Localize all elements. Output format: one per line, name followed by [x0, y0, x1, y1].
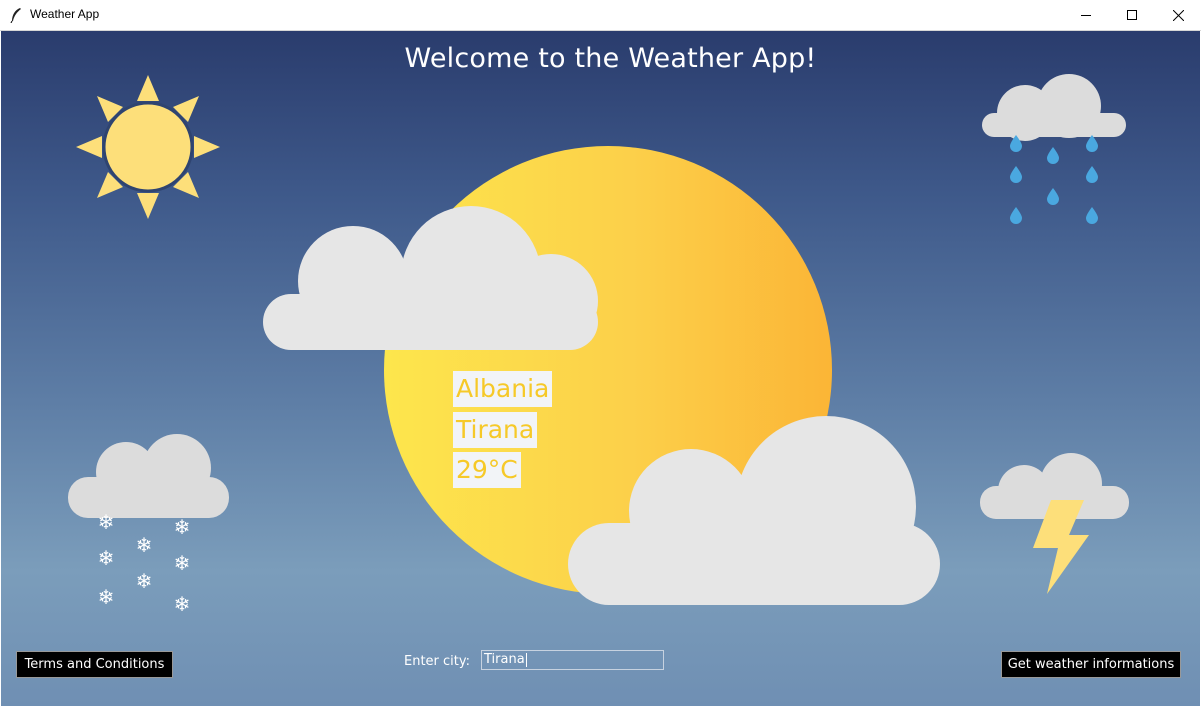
terms-and-conditions-button[interactable]: Terms and Conditions	[16, 651, 173, 678]
enter-city-label: Enter city:	[404, 654, 471, 669]
background-art: ❄ ❄ ❄ ❄ ❄ ❄ ❄ ❄	[68, 74, 1129, 616]
maximize-icon	[1127, 10, 1137, 20]
svg-text:❄: ❄	[174, 592, 191, 616]
svg-text:❄: ❄	[136, 533, 153, 557]
snow-cloud-icon: ❄ ❄ ❄ ❄ ❄ ❄ ❄ ❄	[68, 434, 229, 616]
get-weather-button[interactable]: Get weather informations	[1001, 651, 1181, 678]
country-label: Albania	[453, 371, 553, 407]
svg-text:❄: ❄	[98, 546, 115, 570]
page-title: Welcome to the Weather App!	[404, 43, 817, 74]
city-label: Tirana	[453, 412, 538, 448]
minimize-button[interactable]	[1063, 0, 1109, 30]
weather-canvas: ❄ ❄ ❄ ❄ ❄ ❄ ❄ ❄ Welcome to the Weather A…	[1, 31, 1200, 706]
svg-text:❄: ❄	[98, 510, 115, 534]
sun-icon	[76, 75, 220, 219]
svg-text:❄: ❄	[136, 569, 153, 593]
sun-behind-clouds-icon	[263, 146, 940, 605]
rain-cloud-icon	[982, 74, 1126, 224]
window-title: Weather App	[30, 7, 100, 21]
svg-text:❄: ❄	[98, 585, 115, 609]
close-button[interactable]	[1155, 0, 1201, 30]
minimize-icon	[1081, 15, 1091, 16]
title-bar: Weather App	[0, 0, 1201, 31]
thunder-cloud-icon	[980, 453, 1129, 594]
feather-icon	[10, 8, 21, 23]
city-input-value: Tirana	[484, 652, 525, 667]
maximize-button[interactable]	[1109, 0, 1155, 30]
temperature-label: 29°C	[453, 452, 521, 488]
city-input[interactable]: Tirana	[481, 650, 664, 670]
svg-text:❄: ❄	[174, 551, 191, 575]
svg-text:❄: ❄	[174, 515, 191, 539]
close-icon	[1172, 9, 1184, 21]
text-caret	[525, 652, 527, 667]
